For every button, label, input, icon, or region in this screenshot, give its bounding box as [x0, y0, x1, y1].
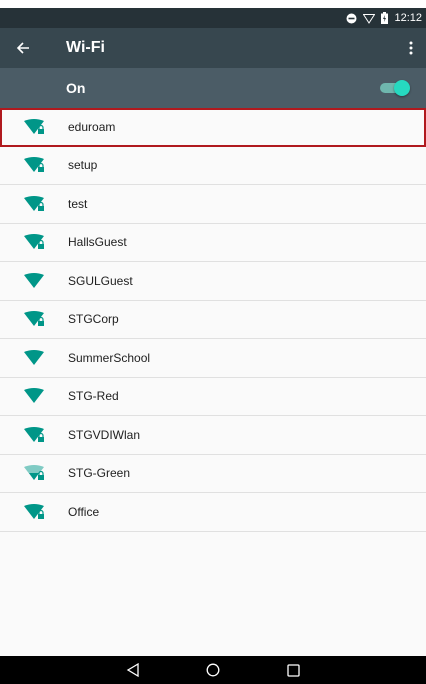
- network-row[interactable]: HallsGuest: [0, 223, 426, 262]
- network-ssid: Office: [68, 504, 100, 519]
- status-time: 12:12: [394, 12, 422, 24]
- network-ssid: HallsGuest: [68, 235, 127, 250]
- network-row[interactable]: STG-Green: [0, 454, 426, 493]
- more-vert-icon[interactable]: [396, 41, 426, 55]
- wifi-lock-icon: [22, 309, 48, 329]
- nav-back-icon[interactable]: [93, 663, 173, 677]
- wifi-lock-icon: [22, 502, 48, 522]
- wifi-lock-icon: [22, 425, 48, 445]
- wifi-lock-icon: [22, 463, 48, 483]
- network-row[interactable]: STGCorp: [0, 300, 426, 339]
- wifi-master-switch-bar[interactable]: On: [0, 68, 426, 108]
- wifi-lock-icon: [22, 117, 48, 137]
- network-ssid: SummerSchool: [68, 350, 151, 365]
- master-switch-label: On: [66, 80, 86, 96]
- battery-icon: [381, 12, 389, 24]
- status-bar: 12:12: [0, 8, 426, 28]
- network-row[interactable]: setup: [0, 146, 426, 185]
- network-row[interactable]: eduroam: [0, 108, 426, 147]
- wifi-lock-icon: [22, 232, 48, 252]
- wifi-icon: [22, 348, 48, 368]
- wifi-icon: [22, 386, 48, 406]
- wifi-lock-icon: [22, 155, 48, 175]
- network-row[interactable]: Office: [0, 493, 426, 532]
- network-row[interactable]: STG-Red: [0, 377, 426, 416]
- app-bar: Wi-Fi: [0, 28, 426, 68]
- wifi-icon: [22, 271, 48, 291]
- wifi-toggle[interactable]: [376, 80, 410, 96]
- network-row[interactable]: STGVDIWlan: [0, 416, 426, 455]
- navigation-bar: [0, 656, 426, 684]
- network-ssid: STG-Green: [68, 466, 131, 481]
- wifi-signal-icon: [363, 13, 376, 24]
- toggle-thumb: [394, 80, 410, 96]
- page-title: Wi-Fi: [66, 39, 105, 56]
- network-ssid: test: [68, 196, 88, 211]
- top-margin: [0, 0, 426, 8]
- network-row[interactable]: SGULGuest: [0, 262, 426, 301]
- do-not-disturb-icon: [346, 13, 357, 24]
- network-ssid: setup: [68, 158, 98, 173]
- arrow-back-icon[interactable]: [0, 41, 46, 55]
- network-list: eduroam setup test HallsGuest SGULGuest STGCo…: [0, 108, 426, 532]
- network-ssid: STGCorp: [68, 312, 119, 327]
- network-ssid: SGULGuest: [68, 273, 133, 288]
- network-row[interactable]: test: [0, 185, 426, 224]
- network-row[interactable]: SummerSchool: [0, 339, 426, 378]
- network-ssid: eduroam: [68, 119, 116, 134]
- nav-home-icon[interactable]: [173, 663, 253, 677]
- network-ssid: STGVDIWlan: [68, 427, 141, 442]
- wifi-lock-icon: [22, 194, 48, 214]
- nav-recents-icon[interactable]: [253, 663, 333, 677]
- network-ssid: STG-Red: [68, 389, 119, 404]
